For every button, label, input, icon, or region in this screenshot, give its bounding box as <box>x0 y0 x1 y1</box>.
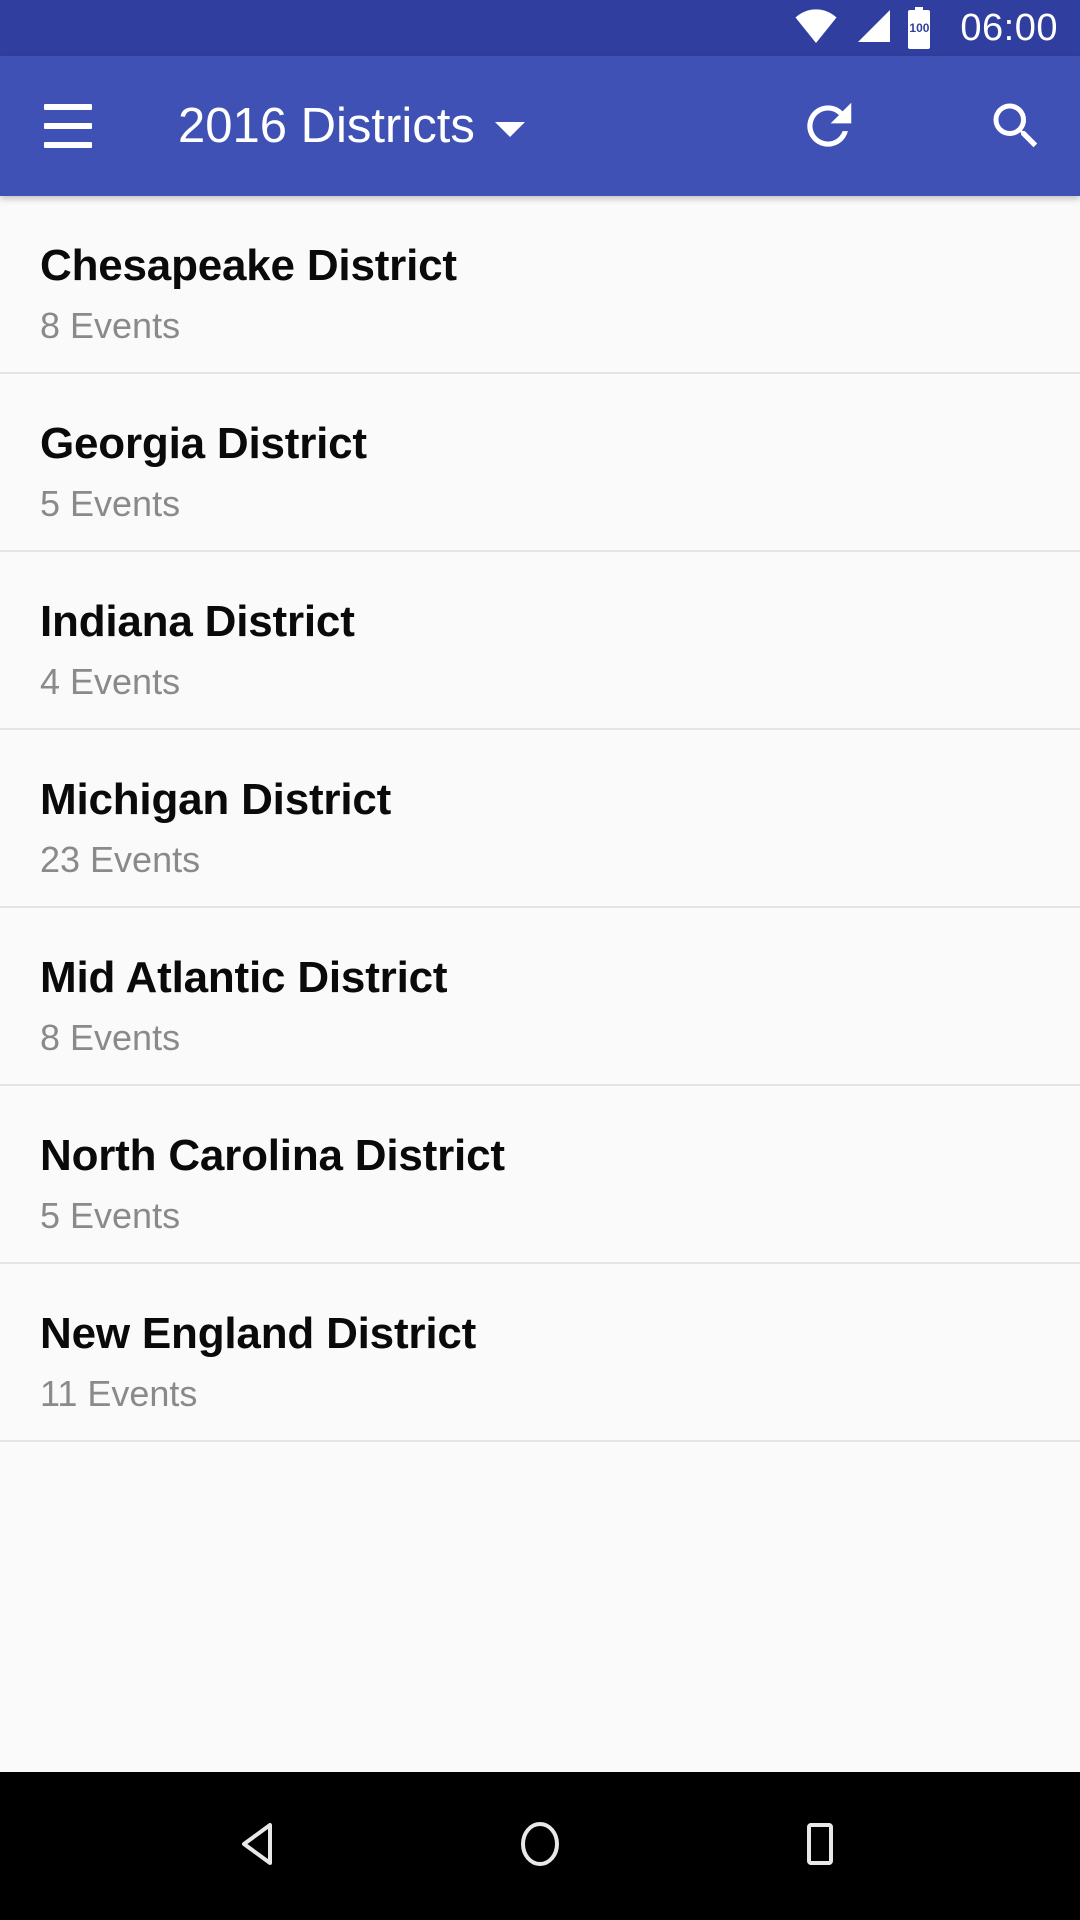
status-bar-icons: 100 06:00 <box>794 7 1058 49</box>
list-item-subtitle: 8 Events <box>40 1016 181 1058</box>
refresh-button[interactable] <box>792 92 864 164</box>
cell-signal-icon <box>852 9 892 48</box>
list-item-title: Indiana District <box>40 597 355 646</box>
list-item-subtitle: 4 Events <box>40 660 181 702</box>
recents-button[interactable] <box>760 1791 880 1901</box>
home-button[interactable] <box>480 1791 600 1901</box>
list-item-title: Georgia District <box>40 419 367 468</box>
search-icon <box>986 96 1046 161</box>
list-item-subtitle: 5 Events <box>40 1194 181 1236</box>
list-item-subtitle: 5 Events <box>40 482 181 524</box>
back-button[interactable] <box>200 1791 320 1901</box>
phone-screen: 100 06:00 2016 Districts Chesapeake Dist… <box>0 0 1080 1920</box>
district-list[interactable]: Chesapeake District 8 Events Georgia Dis… <box>0 196 1080 1772</box>
recents-square-icon <box>792 1816 848 1877</box>
android-navigation-bar <box>0 1772 1080 1920</box>
list-item-title: Mid Atlantic District <box>40 953 448 1002</box>
list-item[interactable]: Indiana District 4 Events <box>0 552 1080 730</box>
list-item[interactable]: Mid Atlantic District 8 Events <box>0 908 1080 1086</box>
list-item[interactable]: Michigan District 23 Events <box>0 730 1080 908</box>
page-title: 2016 Districts <box>178 98 475 153</box>
refresh-icon <box>797 95 859 162</box>
list-item-title: Chesapeake District <box>40 241 457 290</box>
list-item[interactable]: North Carolina District 5 Events <box>0 1086 1080 1264</box>
status-bar: 100 06:00 <box>0 0 1080 56</box>
list-item-title: North Carolina District <box>40 1131 505 1180</box>
list-item-subtitle: 23 Events <box>40 838 201 880</box>
status-bar-clock: 06:00 <box>960 7 1058 49</box>
list-item[interactable]: New England District 11 Events <box>0 1264 1080 1442</box>
home-circle-icon <box>512 1816 568 1877</box>
list-item[interactable]: Chesapeake District 8 Events <box>0 196 1080 374</box>
list-item-title: New England District <box>40 1309 477 1358</box>
list-item-subtitle: 8 Events <box>40 304 181 346</box>
battery-level-label: 100 <box>909 21 930 35</box>
hamburger-line-3 <box>44 142 92 148</box>
chevron-down-icon <box>494 121 525 137</box>
back-triangle-icon <box>232 1816 288 1877</box>
hamburger-line-2 <box>44 123 92 129</box>
list-item[interactable]: Georgia District 5 Events <box>0 374 1080 552</box>
hamburger-line-1 <box>44 104 92 110</box>
wifi-icon <box>794 8 838 48</box>
list-item-title: Michigan District <box>40 775 392 824</box>
battery-icon: 100 <box>906 7 932 49</box>
app-toolbar: 2016 Districts <box>0 56 1080 196</box>
hamburger-menu-icon[interactable] <box>20 88 116 164</box>
title-dropdown[interactable]: 2016 Districts <box>178 56 525 196</box>
list-item-subtitle: 11 Events <box>40 1372 198 1414</box>
search-button[interactable] <box>980 92 1052 164</box>
